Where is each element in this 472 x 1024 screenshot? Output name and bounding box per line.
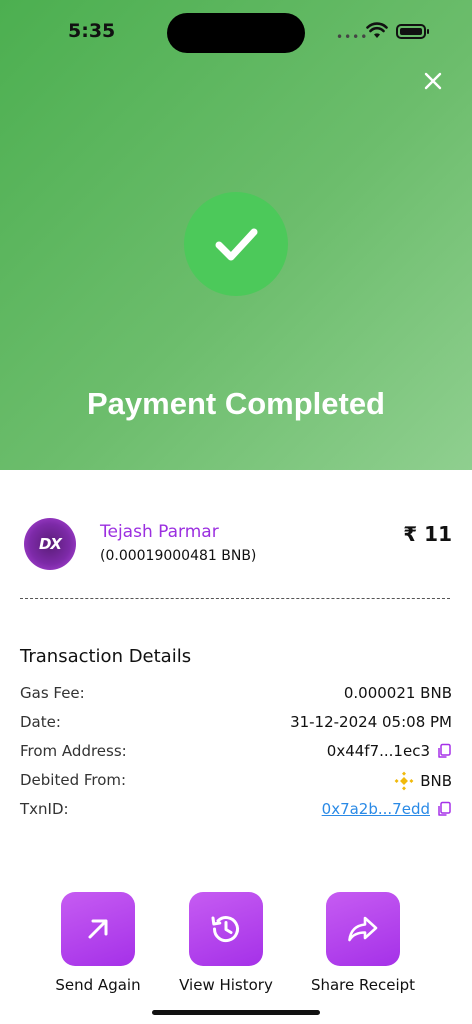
avatar-logo-text: DX bbox=[38, 535, 62, 553]
success-header: 5:35 •••• Payment Completed bbox=[0, 0, 472, 470]
home-indicator[interactable] bbox=[152, 1010, 320, 1015]
arrow-up-right-icon bbox=[88, 919, 108, 939]
wifi-icon bbox=[366, 22, 388, 38]
date-value: 31-12-2024 05:08 PM bbox=[290, 713, 452, 731]
signal-icon: •••• bbox=[336, 30, 369, 44]
action-button-tile[interactable] bbox=[61, 892, 135, 966]
share-icon bbox=[348, 916, 378, 942]
detail-row-from-address: From Address: 0x44f7...1ec3 bbox=[20, 742, 452, 764]
history-icon bbox=[211, 916, 239, 943]
divider bbox=[20, 598, 450, 599]
detail-label: Gas Fee: bbox=[20, 684, 85, 702]
status-time: 5:35 bbox=[68, 20, 116, 42]
action-button-tile[interactable] bbox=[326, 892, 400, 966]
send-again-button[interactable]: Send Again bbox=[50, 892, 146, 994]
action-label: View History bbox=[179, 976, 273, 994]
page-title: Payment Completed bbox=[86, 386, 385, 421]
txnid-link[interactable]: 0x7a2b...7edd bbox=[322, 800, 430, 818]
battery-tip bbox=[427, 29, 429, 34]
success-check-icon bbox=[184, 192, 288, 296]
battery-icon bbox=[396, 24, 426, 39]
close-icon[interactable] bbox=[418, 66, 448, 96]
view-history-button[interactable]: View History bbox=[172, 892, 280, 994]
avatar: DX bbox=[24, 518, 76, 570]
action-label: Send Again bbox=[55, 976, 141, 994]
detail-row-gas-fee: Gas Fee: 0.000021 BNB bbox=[20, 684, 452, 706]
action-button-tile[interactable] bbox=[189, 892, 263, 966]
status-bar: 5:35 •••• bbox=[0, 0, 472, 64]
detail-row-txnid: TxnID: 0x7a2b...7edd bbox=[20, 800, 452, 822]
copy-icon[interactable] bbox=[436, 801, 452, 817]
crypto-amount: (0.00019000481 BNB) bbox=[100, 548, 257, 564]
detail-row-date: Date: 31-12-2024 05:08 PM bbox=[20, 713, 452, 735]
recipient-summary: DX Tejash Parmar (0.00019000481 BNB) ₹ 1… bbox=[24, 516, 454, 576]
detail-row-debited-from: Debited From: BNB bbox=[20, 771, 452, 793]
detail-label: Date: bbox=[20, 713, 61, 731]
from-address-value: 0x44f7...1ec3 bbox=[326, 742, 430, 760]
detail-label: From Address: bbox=[20, 742, 127, 760]
copy-icon[interactable] bbox=[436, 743, 452, 759]
action-bar: Send Again View History Share Receipt bbox=[0, 892, 472, 1002]
detail-label: Debited From: bbox=[20, 771, 127, 789]
transaction-details-title: Transaction Details bbox=[20, 646, 192, 667]
fiat-amount: ₹ 11 bbox=[403, 522, 452, 546]
gas-fee-value: 0.000021 BNB bbox=[343, 684, 452, 702]
recipient-name: Tejash Parmar bbox=[100, 522, 219, 542]
share-receipt-button[interactable]: Share Receipt bbox=[306, 892, 420, 994]
dynamic-island bbox=[167, 13, 305, 53]
bnb-icon bbox=[394, 771, 414, 791]
action-label: Share Receipt bbox=[310, 976, 416, 994]
detail-label: TxnID: bbox=[20, 800, 69, 818]
debited-from-value: BNB bbox=[420, 772, 452, 790]
